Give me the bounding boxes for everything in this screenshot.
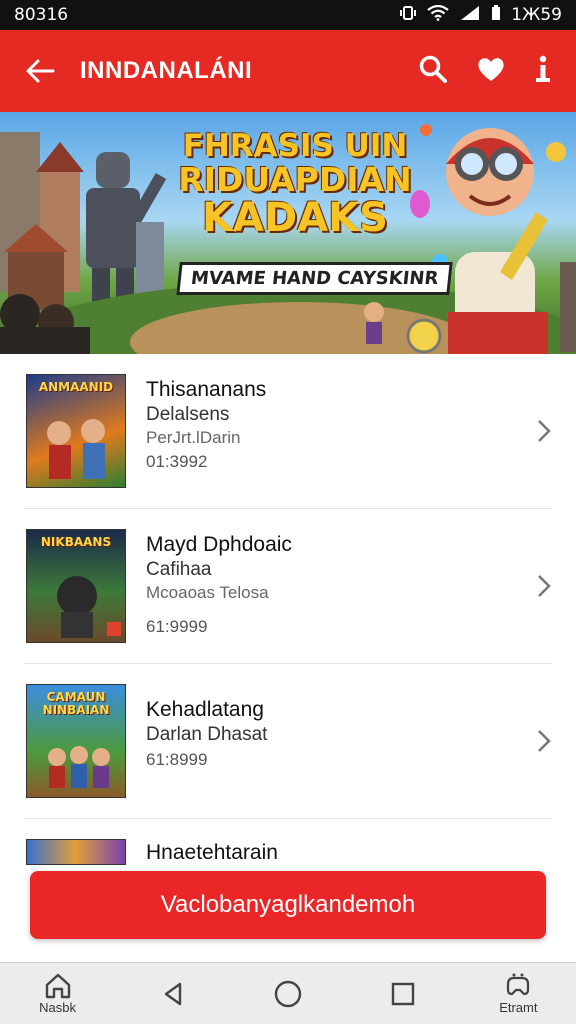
item-title: Hnaetehtarain	[146, 841, 278, 864]
item-title: Thisananans	[146, 378, 267, 401]
nav-home[interactable]: Nasbk	[13, 972, 103, 1015]
status-icons: 1Ж59	[399, 4, 562, 26]
nav-extra-label: Etramt	[499, 1000, 538, 1015]
vibrate-icon	[399, 5, 417, 26]
game-thumbnail: CAMAUN NINBAIAN	[26, 684, 126, 798]
search-icon	[419, 55, 447, 83]
heart-icon	[478, 57, 504, 81]
item-price: 61:9999	[146, 617, 208, 636]
arrow-left-icon	[26, 59, 55, 83]
hero-title-line-3: KADAKS	[202, 195, 388, 242]
item-subtitle: Cafihaa	[146, 559, 212, 580]
status-clock: 1Ж59	[511, 5, 562, 25]
nav-home-circle[interactable]	[243, 979, 333, 1009]
gamepad-icon	[507, 973, 530, 996]
status-time: 80316	[14, 5, 69, 25]
app-bar-actions	[418, 54, 576, 89]
bottom-nav: Nasbk Etramt	[0, 962, 576, 1024]
list-item[interactable]: CAMAUN NINBAIAN Kehadlatang Darlan Dhasa…	[24, 664, 552, 819]
square-recents-icon	[391, 982, 415, 1005]
primary-action-button[interactable]: Vaclobanyaglkandemoh	[30, 871, 546, 939]
game-thumbnail	[26, 839, 126, 865]
item-title: Kehadlatang	[146, 698, 264, 721]
nav-extra[interactable]: Etramt	[473, 972, 563, 1015]
circle-home-icon	[274, 980, 302, 1007]
page-title: INNDANALÁNI	[80, 57, 253, 84]
item-meta: Mcoaoas Telosa	[146, 583, 269, 602]
back-button[interactable]	[0, 30, 80, 112]
nav-recents[interactable]	[358, 980, 448, 1008]
status-bar: 80316 1Ж59	[0, 0, 576, 30]
info-icon	[536, 55, 550, 82]
home-icon	[45, 973, 70, 999]
wifi-icon	[427, 4, 449, 26]
item-meta: PerJrt.lDarin	[146, 428, 241, 447]
list-item[interactable]: NIKBAANS Mayd Dphdoaic Cafihaa Mcoaoas T…	[24, 509, 552, 664]
signal-icon	[459, 5, 481, 26]
game-thumbnail: NIKBAANS	[26, 529, 126, 643]
item-subtitle: Delalsens	[146, 404, 230, 425]
chevron-right-icon	[536, 728, 552, 762]
hero-subtitle: MVAME HAND CAYSKINR	[176, 262, 454, 295]
chevron-right-icon	[536, 573, 552, 607]
hero-title-line-1: FHRASIS UIN	[182, 128, 408, 164]
list-item[interactable]: ANMAANID Thisananans Delalsens PerJrt.lD…	[24, 354, 552, 509]
game-thumbnail: ANMAANID	[26, 374, 126, 488]
hero-title: FHRASIS UIN RIDUAPDIAN KADAKS	[170, 130, 420, 239]
item-price: 01:3992	[146, 452, 208, 471]
item-subtitle: Darlan Dhasat	[146, 724, 268, 745]
chevron-right-icon	[536, 418, 552, 452]
hero-title-line-2: RIDUAPDIAN	[178, 159, 412, 199]
search-button[interactable]	[418, 54, 448, 89]
item-title: Mayd Dphdoaic	[146, 533, 292, 556]
app-bar: INNDANALÁNI	[0, 30, 576, 112]
battery-icon	[491, 4, 501, 26]
nav-back[interactable]	[128, 980, 218, 1008]
item-price: 61:8999	[146, 750, 208, 769]
hero-banner[interactable]: FHRASIS UIN RIDUAPDIAN KADAKS MVAME HAND…	[0, 112, 576, 354]
triangle-back-icon	[164, 982, 181, 1005]
more-button[interactable]	[534, 54, 552, 89]
nav-home-label: Nasbk	[39, 1000, 77, 1015]
favorite-button[interactable]	[476, 55, 506, 88]
